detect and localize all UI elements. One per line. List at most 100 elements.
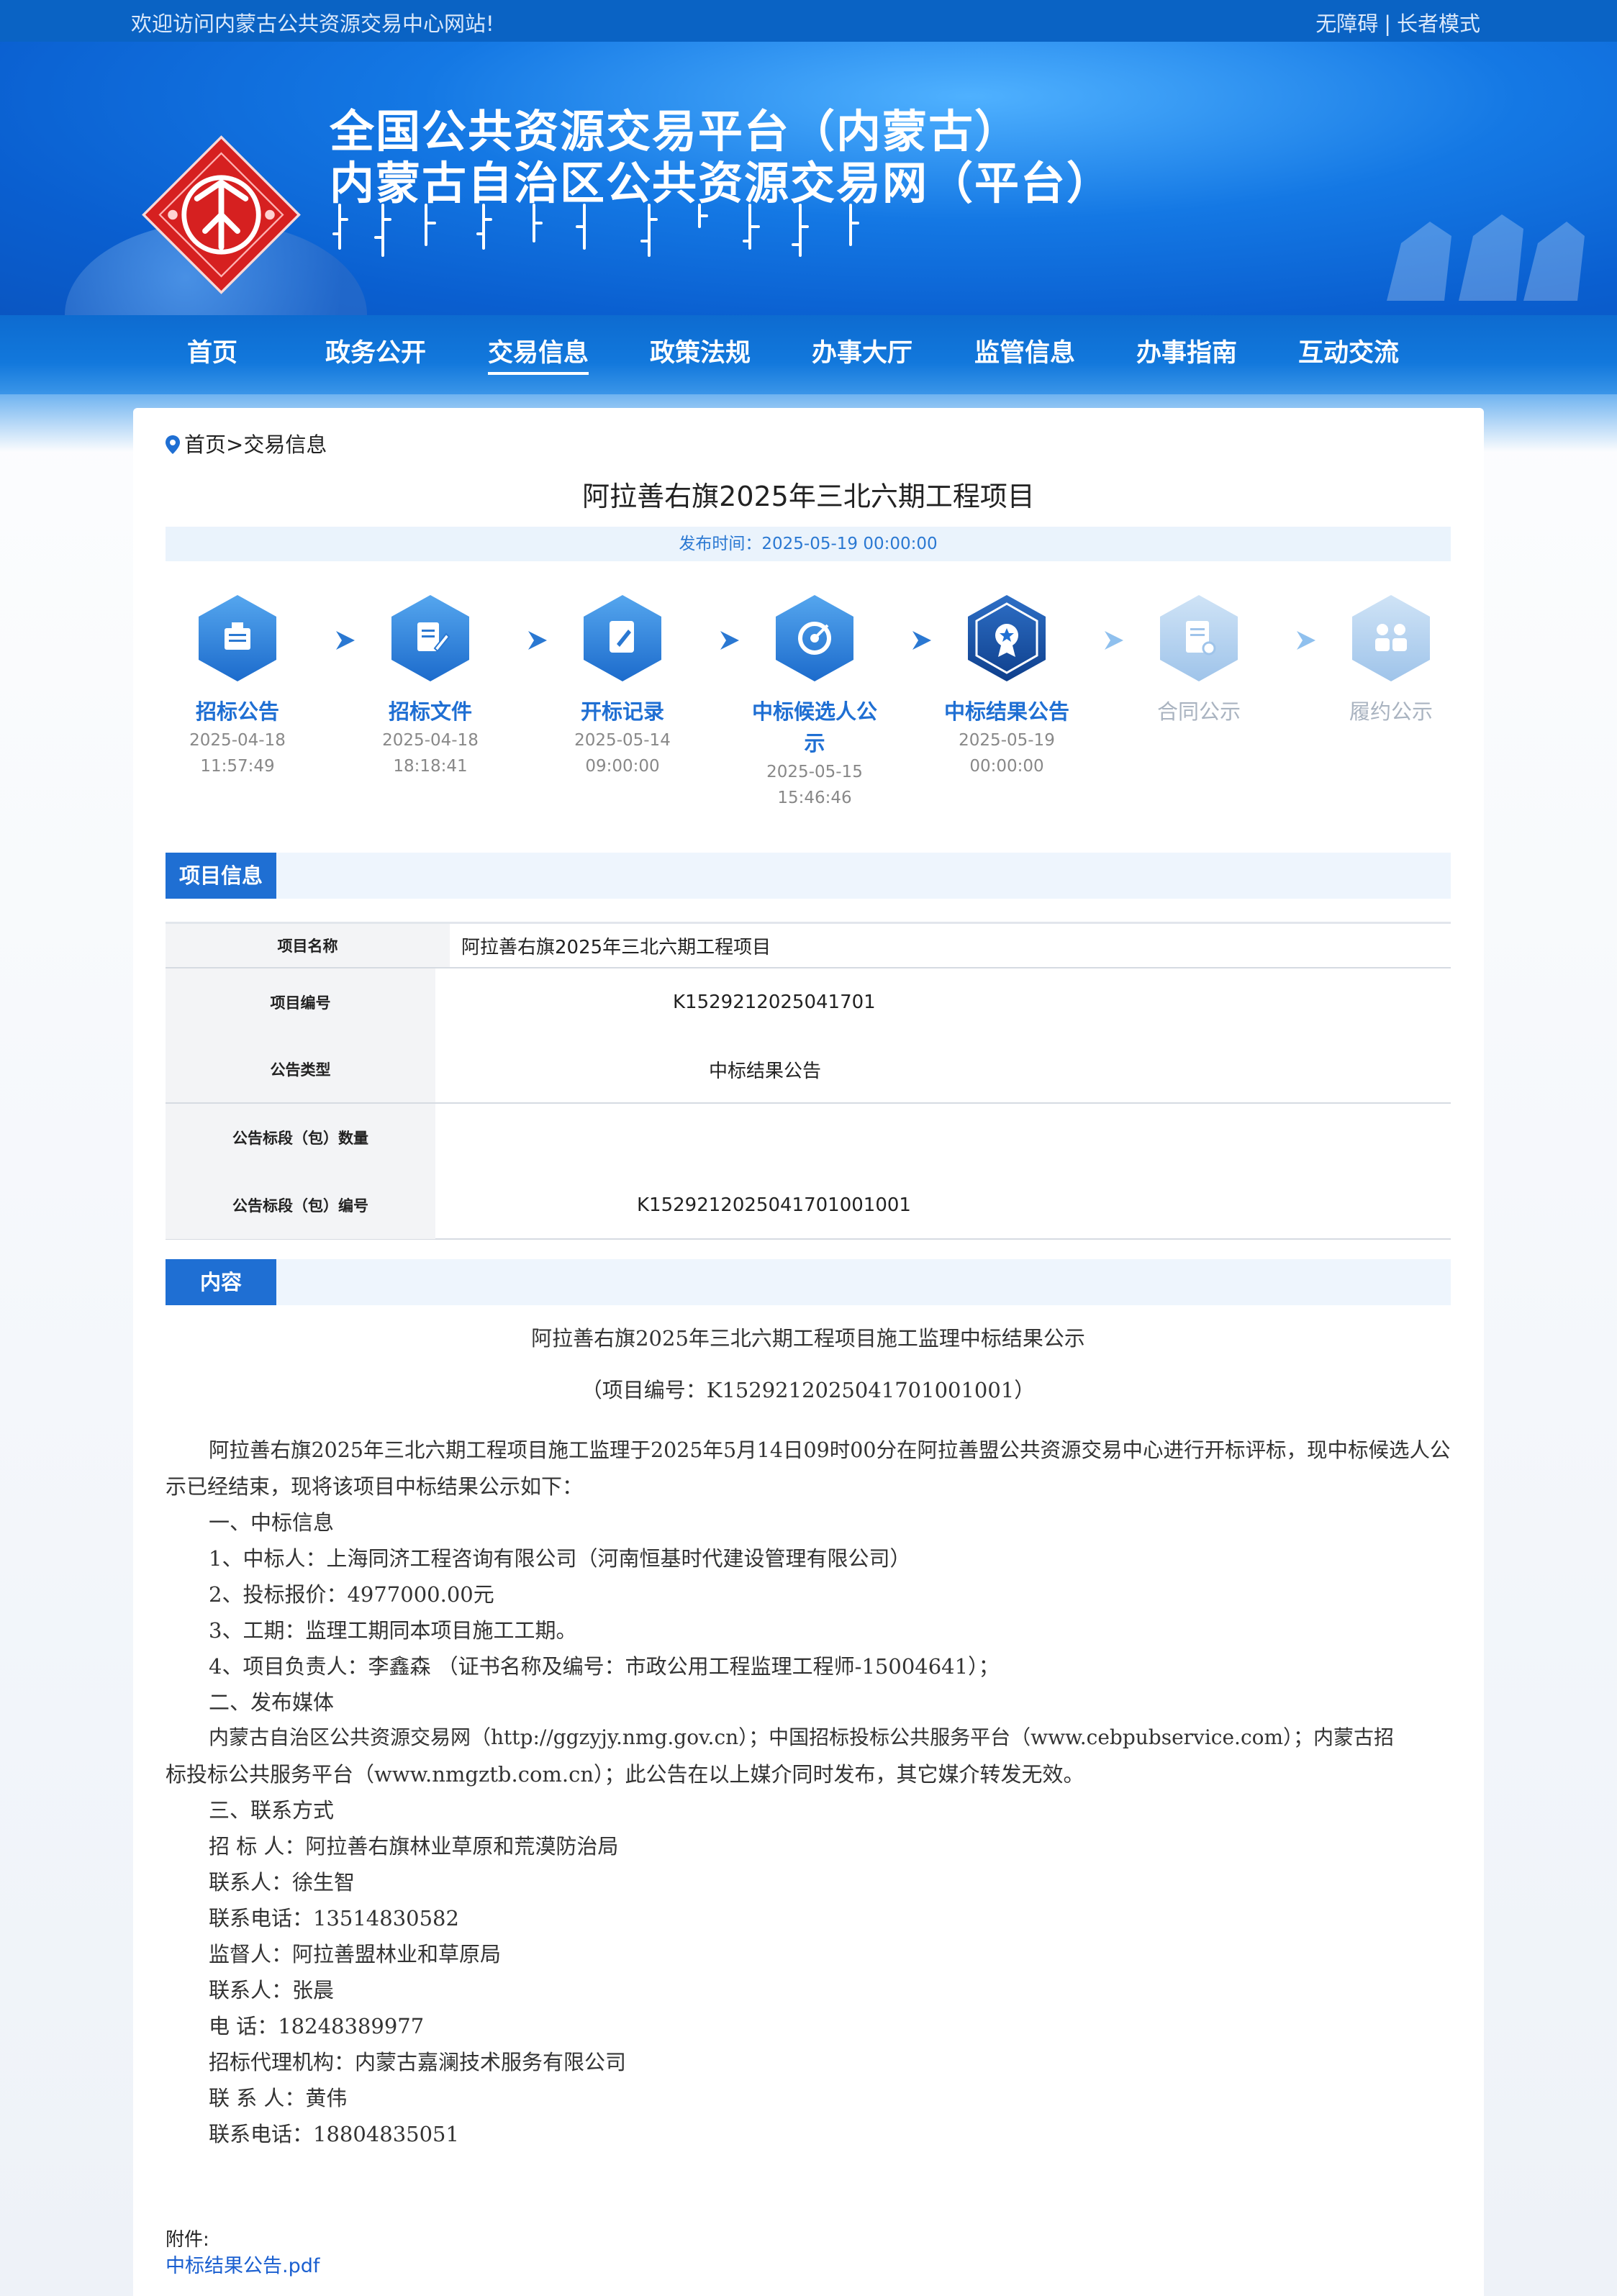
top-bar: 欢迎访问内蒙古公共资源交易中心网站! 无障碍 | 长者模式 — [0, 0, 1617, 42]
nav-item-supervision[interactable]: 监管信息 — [974, 332, 1075, 369]
chevron-right-icon — [528, 631, 547, 650]
step-bid-announcement[interactable]: 招标公告 2025-04-18 11:57:49 — [166, 594, 309, 779]
attachment-link[interactable]: 中标结果公告.pdf — [166, 2250, 320, 2278]
breadcrumb-current[interactable]: 交易信息 — [243, 432, 327, 457]
step-performance-publicity[interactable]: 履约公示 — [1319, 594, 1463, 727]
nav-item-gov-affairs[interactable]: 政务公开 — [325, 332, 426, 369]
project-info-table: 项目名称 阿拉善右旗2025年三北六期工程项目 项目编号 K1529212025… — [166, 922, 1451, 1240]
content-heading: 阿拉善右旗2025年三北六期工程项目施工监理中标结果公示 — [531, 1326, 1085, 1351]
attachment-label: 附件: — [166, 2229, 209, 2251]
row-value: K1529212025041701001001 — [637, 1194, 911, 1216]
content-line: 电 话：18248389977 — [209, 2014, 425, 2038]
contract-icon — [1160, 595, 1238, 681]
step-label: 招标公告 — [195, 699, 279, 724]
location-pin-icon — [166, 435, 180, 454]
chevron-right-icon — [1105, 631, 1123, 650]
section-header-content: 内容 — [166, 1259, 1451, 1305]
horses-decoration — [1387, 214, 1585, 301]
content-subheading: （项目编号：K1529212025041701001001） — [581, 1378, 1036, 1402]
table-row: 项目名称 阿拉善右旗2025年三北六期工程项目 — [166, 924, 1451, 968]
step-time: 11:57:49 — [200, 757, 275, 776]
chevron-right-icon — [912, 631, 931, 650]
step-date: 2025-05-19 — [959, 731, 1055, 750]
mongolian-script-decoration — [332, 204, 859, 257]
accessibility-link[interactable]: 无障碍 — [1315, 12, 1378, 36]
welcome-text: 欢迎访问内蒙古公共资源交易中心网站! — [131, 12, 494, 36]
nav-item-guide[interactable]: 办事指南 — [1136, 332, 1237, 369]
content-line: 联系人：张晨 — [209, 1978, 335, 2002]
document-edit-icon — [391, 595, 469, 681]
step-date: 2025-04-18 — [382, 731, 479, 750]
content-paragraph: 阿拉善右旗2025年三北六期工程项目施工监理于2025年5月14日09时00分在… — [209, 1438, 1451, 1462]
content-line: 标投标公共服务平台（www.nmgztb.com.cn）；此公告在以上媒介同时发… — [166, 1762, 1084, 1787]
table-row: 项目编号 K1529212025041701 — [166, 968, 1451, 1036]
content-line: 联 系 人：黄伟 — [209, 2086, 348, 2110]
content-line: 2、投标报价：4977000.00元 — [209, 1582, 494, 1607]
step-contract-publicity[interactable]: 合同公示 — [1127, 594, 1271, 727]
chevron-right-icon — [1297, 631, 1315, 650]
section-header-project-info: 项目信息 — [166, 853, 1451, 899]
chevron-right-icon — [720, 631, 739, 650]
breadcrumb: 首页>交易信息 — [166, 428, 327, 458]
row-label: 公告标段（包）编号 — [166, 1171, 435, 1239]
award-icon — [968, 595, 1046, 681]
row-label: 项目编号 — [166, 968, 435, 1036]
section-label: 内容 — [166, 1259, 276, 1305]
step-date: 2025-04-18 — [189, 731, 286, 750]
site-logo — [142, 135, 301, 294]
row-label: 公告标段（包）数量 — [166, 1104, 435, 1171]
content-line: 4、项目负责人：李鑫森 （证书名称及编号：市政公用工程监理工程师-1500464… — [209, 1654, 1000, 1679]
step-award-result[interactable]: 中标结果公告 2025-05-19 00:00:00 — [935, 594, 1079, 779]
step-date: 2025-05-14 — [574, 731, 671, 750]
content-line: 1、中标人：上海同济工程咨询有限公司（河南恒基时代建设管理有限公司） — [209, 1546, 911, 1571]
content-line: 联系电话：13514830582 — [209, 1906, 459, 1930]
page-title: 阿拉善右旗2025年三北六期工程项目 — [582, 481, 1035, 512]
row-label: 公告类型 — [166, 1036, 435, 1102]
step-label: 招标文件 — [388, 699, 472, 724]
nav-item-policies[interactable]: 政策法规 — [650, 332, 751, 369]
row-label: 项目名称 — [166, 924, 450, 967]
main-nav: 首页 政务公开 交易信息 政策法规 办事大厅 监管信息 办事指南 互动交流 — [0, 315, 1617, 394]
content-line: 联系人：徐生智 — [209, 1870, 355, 1895]
step-bid-document[interactable]: 招标文件 2025-04-18 18:18:41 — [358, 594, 502, 779]
table-row: 公告类型 中标结果公告 — [166, 1036, 1451, 1104]
content-line: 联系电话：18804835051 — [209, 2122, 459, 2146]
elder-mode-link[interactable]: 长者模式 — [1397, 12, 1480, 36]
content-section-title: 一、中标信息 — [209, 1510, 335, 1535]
detail-card: 首页>交易信息 阿拉善右旗2025年三北六期工程项目 发布时间：2025-05-… — [133, 408, 1484, 2296]
row-value — [435, 1104, 1451, 1171]
step-date: 2025-05-15 — [766, 763, 863, 781]
nav-item-home[interactable]: 首页 — [187, 332, 237, 369]
site-banner: 全国公共资源交易平台（内蒙古） 内蒙古自治区公共资源交易网（平台） — [0, 42, 1617, 315]
nav-item-trade-info[interactable]: 交易信息 — [488, 332, 589, 375]
record-pen-icon — [584, 595, 661, 681]
content-line: 招 标 人：阿拉善右旗林业草原和荒漠防治局 — [209, 1834, 619, 1859]
breadcrumb-home[interactable]: 首页 — [184, 432, 226, 457]
target-icon — [776, 595, 853, 681]
content-section-title: 三、联系方式 — [209, 1798, 335, 1823]
section-label: 项目信息 — [166, 853, 276, 899]
accessibility-links: 无障碍 | 长者模式 — [1313, 7, 1483, 37]
table-row: 公告标段（包）编号 K1529212025041701001001 — [166, 1171, 1451, 1239]
step-time: 00:00:00 — [969, 757, 1044, 776]
content-line: 3、工期：监理工期同本项目施工工期。 — [209, 1618, 577, 1643]
step-time: 18:18:41 — [393, 757, 468, 776]
step-time: 09:00:00 — [585, 757, 660, 776]
link-separator: | — [1384, 12, 1391, 36]
step-candidate-publicity[interactable]: 中标候选人公 示 2025-05-15 15:46:46 — [743, 594, 887, 811]
content-paragraph: 示已经结束，现将该项目中标结果公示如下： — [166, 1474, 584, 1499]
row-value: K1529212025041701 — [673, 992, 876, 1013]
step-time: 15:46:46 — [777, 789, 852, 807]
nav-item-interaction[interactable]: 互动交流 — [1298, 332, 1399, 369]
row-value: 中标结果公告 — [709, 1060, 822, 1082]
content-line: 监督人：阿拉善盟林业和草原局 — [209, 1942, 502, 1966]
step-bid-opening-record[interactable]: 开标记录 2025-05-14 09:00:00 — [551, 594, 694, 779]
publish-time: 发布时间：2025-05-19 00:00:00 — [166, 527, 1451, 561]
step-label: 履约公示 — [1349, 699, 1433, 724]
step-label: 中标结果公告 — [943, 699, 1069, 724]
breadcrumb-separator: > — [226, 432, 244, 457]
nav-item-service-hall[interactable]: 办事大厅 — [812, 332, 912, 369]
chevron-right-icon — [336, 631, 355, 650]
process-steps: 招标公告 2025-04-18 11:57:49 招标文件 2025-04-18… — [166, 594, 1451, 831]
content-line: 招标代理机构：内蒙古嘉澜技术服务有限公司 — [209, 2050, 627, 2074]
